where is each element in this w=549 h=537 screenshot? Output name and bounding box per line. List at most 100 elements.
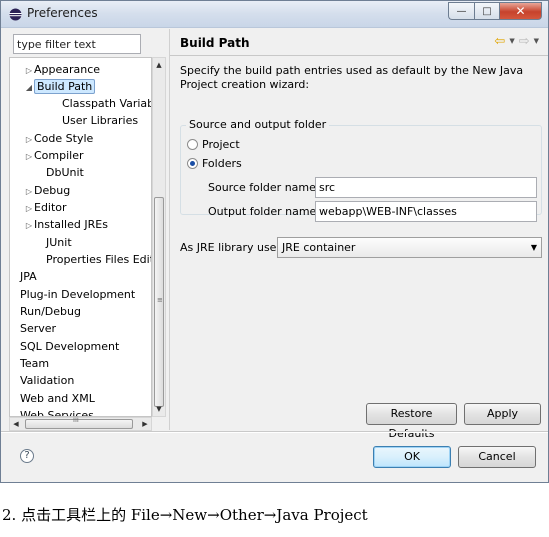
tree-item[interactable]: User Libraries: [52, 112, 138, 129]
caption-buttons: — □ ✕: [448, 2, 542, 20]
back-arrow-icon[interactable]: ⇦: [494, 35, 505, 48]
history-navigation: ⇦ ▼ ⇨ ▼: [494, 35, 539, 48]
back-dropdown-icon[interactable]: ▼: [509, 35, 514, 48]
tree-item[interactable]: ▷ Editor: [24, 199, 67, 216]
group-label: Source and output folder: [186, 118, 330, 131]
tree-item[interactable]: Properties Files Editor: [36, 251, 151, 268]
scroll-corner: [152, 417, 166, 431]
radio-selected-dot: [190, 161, 195, 166]
close-button[interactable]: ✕: [499, 2, 542, 20]
output-folder-input[interactable]: [315, 201, 537, 222]
tree-item[interactable]: Run/Debug: [20, 303, 81, 320]
source-output-group: Source and output folder Project Folders…: [180, 118, 542, 222]
tree-item-label: Compiler: [34, 149, 84, 162]
tree-item-label: Properties Files Editor: [46, 253, 151, 266]
preference-tree: ▷Appearance◢Build PathClasspath Variable…: [9, 57, 152, 417]
forward-arrow-icon[interactable]: ⇨: [519, 35, 530, 48]
radio-folders-label: Folders: [202, 157, 242, 170]
grip-icon: ≡: [157, 296, 163, 304]
radio-folders[interactable]: Folders: [187, 157, 242, 170]
radio-folders-circle[interactable]: [187, 158, 198, 169]
tree-item-label: Server: [20, 322, 57, 335]
tree-item[interactable]: JUnit: [36, 234, 72, 251]
collapsed-arrow-icon[interactable]: ▷: [24, 148, 34, 165]
tree-item-label: Classpath Variables: [62, 97, 151, 110]
tree-item-label: JUnit: [46, 236, 72, 249]
source-folder-label: Source folder name:: [208, 181, 320, 194]
tree-horizontal-scrollbar[interactable]: ◀ iii ▶: [9, 416, 152, 431]
forward-dropdown-icon[interactable]: ▼: [534, 35, 539, 48]
tree-item[interactable]: Classpath Variables: [52, 95, 151, 112]
cancel-button[interactable]: Cancel: [458, 446, 536, 468]
jre-library-label: As JRE library use:: [180, 241, 281, 254]
tree-item[interactable]: SQL Development: [20, 338, 119, 355]
scroll-down-arrow-icon[interactable]: ▼: [153, 402, 165, 416]
filter-input[interactable]: [13, 34, 141, 54]
tree-item-label: Run/Debug: [20, 305, 81, 318]
output-folder-label: Output folder name:: [208, 205, 321, 218]
ok-button[interactable]: OK: [373, 446, 451, 468]
tree-item-label: Installed JREs: [34, 218, 108, 231]
maximize-button[interactable]: □: [474, 2, 499, 20]
preferences-window: Preferences — □ ✕ ▷Appearance◢Build Path…: [0, 0, 549, 483]
tree-item[interactable]: Team: [20, 355, 49, 372]
tree-item[interactable]: ▷ Debug: [24, 182, 70, 199]
radio-project[interactable]: Project: [187, 138, 240, 151]
minimize-button[interactable]: —: [448, 2, 474, 20]
tree-item[interactable]: Web Services: [20, 407, 94, 416]
tree-item[interactable]: ▷ Compiler: [24, 147, 84, 164]
dropdown-arrow-icon[interactable]: ▼: [531, 243, 537, 252]
tree-item-label: User Libraries: [62, 114, 139, 127]
instruction-caption: 2. 点击工具栏上的 File→New→Other→Java Project: [2, 506, 368, 524]
collapsed-arrow-icon[interactable]: ▷: [24, 200, 34, 217]
jre-library-value: JRE container: [282, 241, 356, 254]
tree-item[interactable]: ◢ Build Path: [24, 78, 96, 96]
tree-vertical-scrollbar[interactable]: ▲ ≡ ▼: [152, 57, 166, 417]
preference-navigation: ▷Appearance◢Build PathClasspath Variable…: [9, 29, 166, 431]
scroll-left-arrow-icon[interactable]: ◀: [10, 418, 22, 430]
tree-item-label: Web and XML: [20, 392, 95, 405]
radio-project-circle[interactable]: [187, 139, 198, 150]
collapsed-arrow-icon[interactable]: ▷: [24, 183, 34, 200]
window-title: Preferences: [27, 6, 98, 20]
tree-item-label: Code Style: [34, 132, 94, 145]
collapsed-arrow-icon[interactable]: ▷: [24, 131, 34, 148]
restore-defaults-button[interactable]: Restore Defaults: [366, 403, 457, 440]
tree-item-label: Validation: [20, 374, 75, 387]
collapsed-arrow-icon[interactable]: ▷: [24, 62, 34, 79]
tree-item[interactable]: DbUnit: [36, 164, 84, 181]
tree-item-label: Plug-in Development: [20, 288, 136, 301]
page-title: Build Path: [180, 36, 250, 50]
tree-item[interactable]: Web and XML: [20, 390, 95, 407]
collapsed-arrow-icon[interactable]: ▷: [24, 217, 34, 234]
tree-item[interactable]: Server: [20, 320, 56, 337]
tree-item[interactable]: ▷ Code Style: [24, 130, 93, 147]
tree-item[interactable]: ▷ Appearance: [24, 61, 100, 78]
tree-item-label: JPA: [20, 270, 37, 283]
tree-item[interactable]: Validation: [20, 372, 74, 389]
scroll-thumb[interactable]: ≡: [154, 197, 164, 407]
expanded-arrow-icon[interactable]: ◢: [24, 79, 34, 96]
source-folder-input[interactable]: [315, 177, 537, 198]
footer-separator-highlight: [1, 432, 548, 433]
grip-icon: iii: [73, 416, 79, 424]
page-header: Build Path ⇦ ▼ ⇨ ▼: [170, 29, 548, 56]
scroll-right-arrow-icon[interactable]: ▶: [139, 418, 151, 430]
tree-item[interactable]: Plug-in Development: [20, 286, 135, 303]
tree-item-label: Editor: [34, 201, 67, 214]
radio-project-label: Project: [202, 138, 240, 151]
tree-item[interactable]: ▷ Installed JREs: [24, 216, 108, 233]
eclipse-icon: [9, 8, 22, 21]
page-description: Specify the build path entries used as d…: [180, 64, 524, 91]
scroll-up-arrow-icon[interactable]: ▲: [153, 58, 165, 72]
horizontal-scroll-thumb[interactable]: iii: [25, 416, 133, 429]
tree-item-label: Team: [20, 357, 50, 370]
help-icon[interactable]: ?: [20, 449, 34, 463]
tree-item-label: DbUnit: [46, 166, 84, 179]
tree-item-label: Build Path: [34, 79, 96, 94]
apply-button[interactable]: Apply: [464, 403, 541, 425]
jre-library-select[interactable]: JRE container ▼: [277, 237, 542, 258]
tree-item[interactable]: JPA: [20, 268, 37, 285]
tree-item-label: SQL Development: [20, 340, 120, 353]
title-bar[interactable]: Preferences — □ ✕: [1, 1, 548, 28]
